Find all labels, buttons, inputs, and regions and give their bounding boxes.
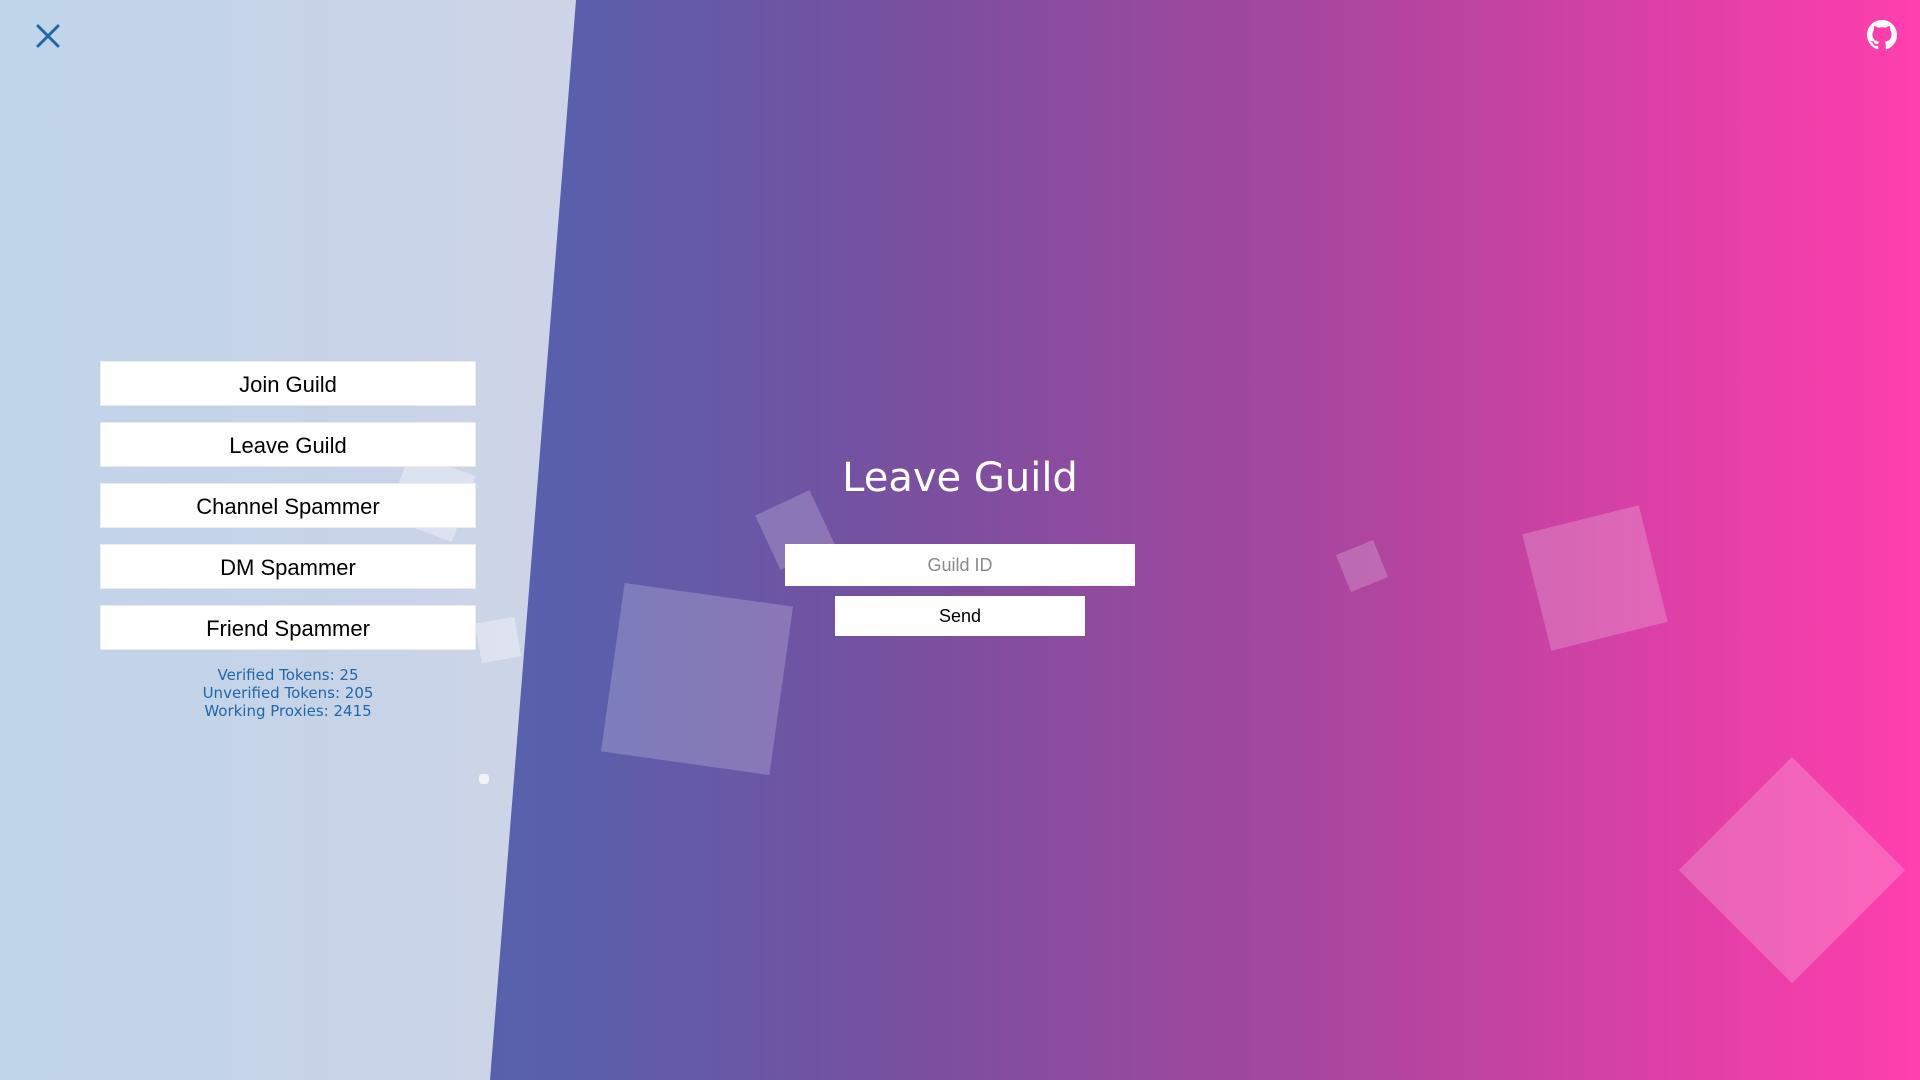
join-guild-button[interactable]: Join Guild xyxy=(100,361,476,406)
background-square xyxy=(1678,756,1906,984)
background-square xyxy=(600,582,794,776)
verified-tokens-stat: Verified Tokens: 25 xyxy=(217,666,359,684)
working-proxies-stat: Working Proxies: 2415 xyxy=(204,702,372,720)
dm-spammer-button[interactable]: DM Spammer xyxy=(100,544,476,589)
sidebar-decor-dot xyxy=(479,774,489,784)
sidebar-decor-square xyxy=(474,616,522,664)
page-title: Leave Guild xyxy=(842,455,1078,501)
background-square xyxy=(1522,505,1668,651)
leave-guild-button[interactable]: Leave Guild xyxy=(100,422,476,467)
github-link[interactable] xyxy=(1867,20,1897,50)
close-icon xyxy=(36,24,60,48)
sidebar-nav: Join Guild Leave Guild Channel Spammer D… xyxy=(100,361,476,666)
background-square xyxy=(1335,539,1389,593)
guild-id-input[interactable] xyxy=(785,544,1135,586)
leave-guild-panel: Leave Guild Send xyxy=(760,448,1160,636)
send-button[interactable]: Send xyxy=(835,596,1085,636)
github-icon xyxy=(1867,20,1897,50)
stats-panel: Verified Tokens: 25 Unverified Tokens: 2… xyxy=(100,666,476,720)
close-button[interactable] xyxy=(30,18,66,54)
unverified-tokens-stat: Unverified Tokens: 205 xyxy=(202,684,374,702)
channel-spammer-button[interactable]: Channel Spammer xyxy=(100,483,476,528)
friend-spammer-button[interactable]: Friend Spammer xyxy=(100,605,476,650)
